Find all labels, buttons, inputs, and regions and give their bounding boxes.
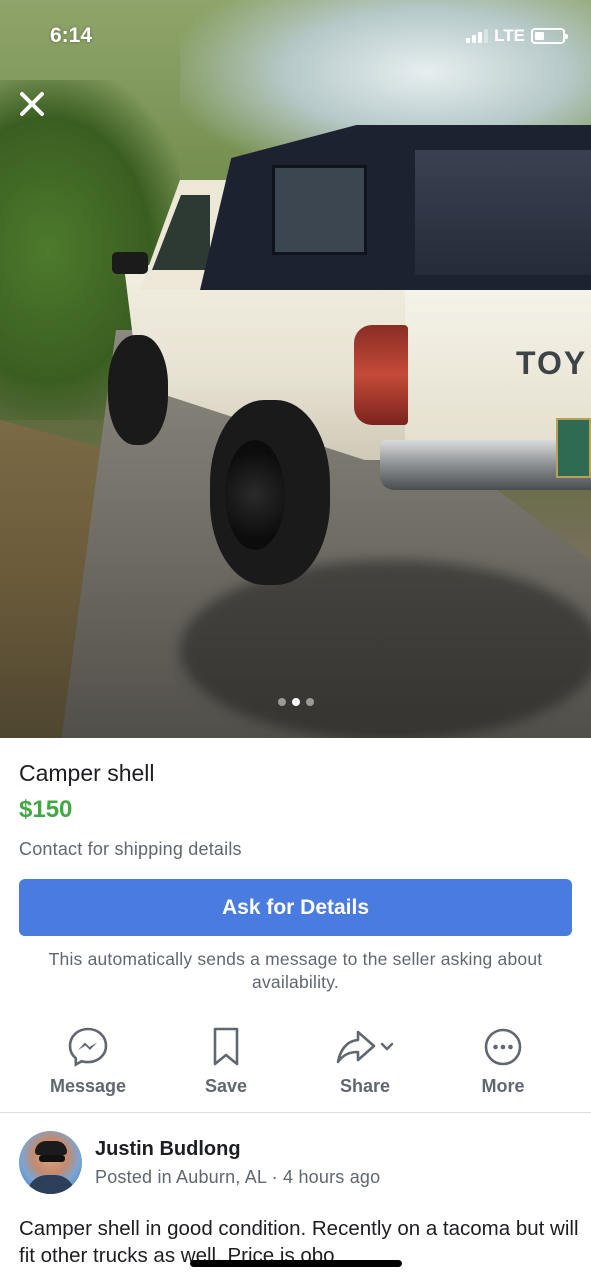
seller-row: Justin Budlong Posted in Auburn, AL · 4 … — [0, 1130, 591, 1200]
share-action[interactable]: Share — [305, 1026, 425, 1106]
truck-rear-wheel — [210, 400, 330, 585]
messenger-icon — [28, 1026, 148, 1068]
share-icon — [305, 1026, 425, 1068]
seller-name[interactable]: Justin Budlong — [95, 1138, 241, 1161]
message-action[interactable]: Message — [28, 1026, 148, 1106]
more-action[interactable]: More — [443, 1026, 563, 1106]
license-plate — [556, 418, 591, 478]
truck-rear-rim — [225, 440, 285, 550]
battery-icon — [531, 28, 568, 44]
network-label: LTE — [494, 26, 525, 45]
listing-title: Camper shell — [19, 760, 155, 786]
photo-pager[interactable] — [0, 698, 591, 706]
share-label: Share — [339, 1076, 391, 1096]
more-icon — [443, 1026, 563, 1068]
shipping-info: Contact for shipping details — [19, 839, 242, 859]
ask-for-details-button[interactable]: Ask for Details — [19, 879, 572, 936]
save-action[interactable]: Save — [166, 1026, 286, 1106]
camper-shell-side-window — [272, 165, 367, 255]
pager-dot[interactable] — [277, 698, 286, 706]
photo-truck-shadow — [180, 560, 591, 738]
close-button[interactable] — [14, 86, 50, 122]
seller-meta: Posted in Auburn, AL · 4 hours ago — [95, 1167, 381, 1187]
truck-taillight — [354, 325, 408, 425]
message-label: Message — [49, 1076, 127, 1096]
listing-photo[interactable]: TOY — [0, 0, 591, 738]
truck-front-wheel — [108, 335, 168, 445]
camper-shell-rear-window — [415, 150, 591, 275]
truck-mirror — [112, 252, 148, 274]
status-bar: 6:14 LTE — [0, 0, 591, 70]
tailgate-lettering: TOY — [516, 345, 588, 381]
ask-note: This automatically sends a message to th… — [48, 949, 543, 992]
listing-price: $150 — [19, 796, 73, 823]
home-indicator[interactable] — [190, 1260, 402, 1267]
section-divider — [0, 1112, 591, 1113]
close-icon — [20, 92, 44, 116]
pager-dot[interactable] — [305, 698, 314, 706]
pager-dot-active[interactable] — [291, 698, 300, 706]
save-label: Save — [204, 1076, 248, 1096]
more-label: More — [481, 1076, 525, 1096]
signal-icon — [466, 29, 489, 43]
seller-avatar[interactable] — [19, 1131, 82, 1194]
bookmark-icon — [166, 1026, 286, 1068]
status-time: 6:14 — [50, 24, 93, 47]
action-bar: Message Save Share More — [0, 1026, 591, 1114]
status-indicators: LTE — [466, 26, 568, 46]
